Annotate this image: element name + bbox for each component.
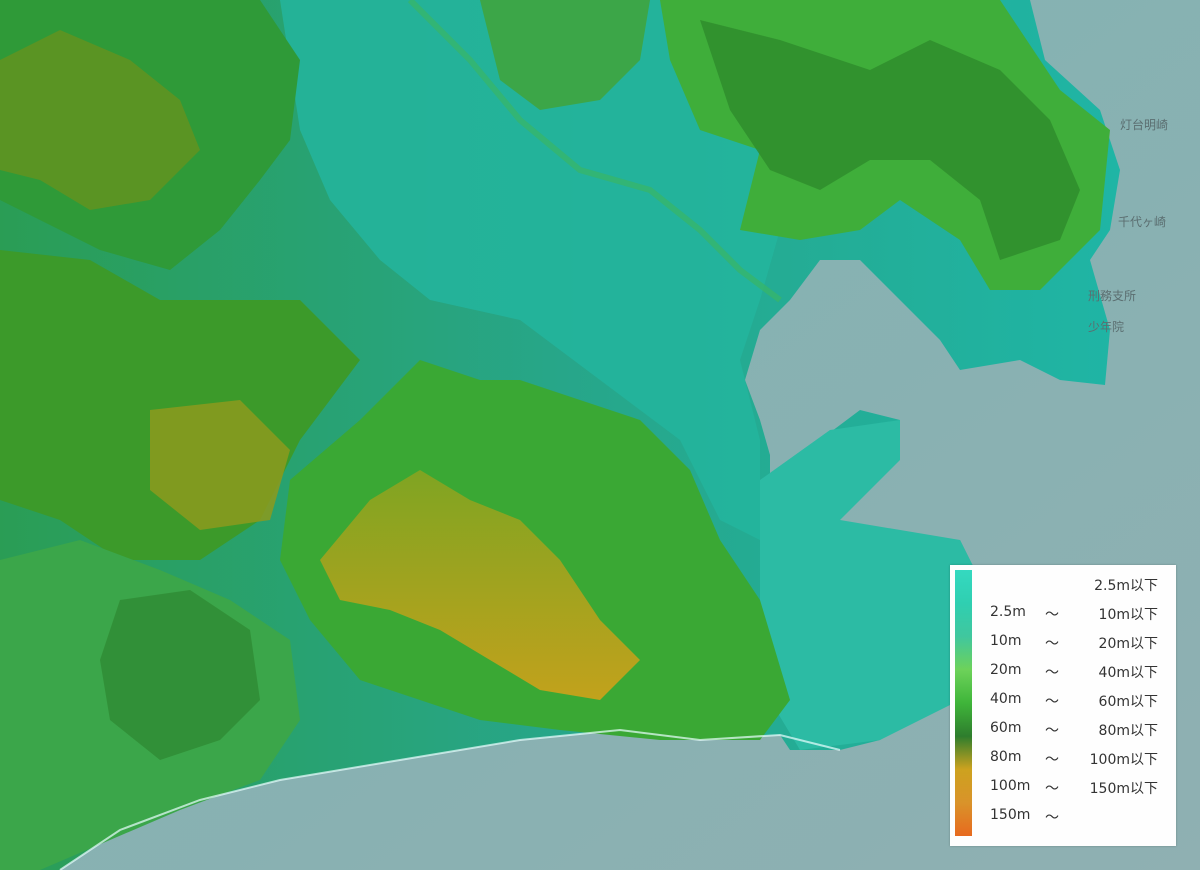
legend-lower-bound: 40m [990, 691, 1022, 707]
legend-row: 80m 〜 100m以下 [980, 749, 1170, 769]
legend-lower-bound: 80m [990, 749, 1022, 765]
legend-row: 100m 〜 150m以下 [980, 778, 1170, 798]
legend-upper-bound: 60m以下 [1098, 694, 1158, 710]
legend-upper-bound: 10m以下 [1098, 607, 1158, 623]
legend-lower-bound: 60m [990, 720, 1022, 736]
legend-tilde: 〜 [1045, 694, 1059, 710]
place-label-cape-2: 千代ヶ崎 [1118, 215, 1167, 229]
legend-lower-bound: 2.5m [990, 604, 1026, 620]
place-label-prison-branch: 刑務支所 [1088, 289, 1137, 303]
legend-upper-bound: 100m以下 [1089, 752, 1158, 768]
legend-upper-bound: 40m以下 [1098, 665, 1158, 681]
legend-upper-bound: 150m以下 [1089, 781, 1158, 797]
legend-tilde: 〜 [1045, 752, 1059, 768]
legend-tilde: 〜 [1045, 810, 1059, 826]
legend-upper-bound: 80m以下 [1098, 723, 1158, 739]
legend-row: 10m 〜 20m以下 [980, 633, 1170, 653]
legend-tilde: 〜 [1045, 607, 1059, 623]
legend-row: 2.5m 〜 10m以下 [980, 604, 1170, 624]
legend-upper-bound: 20m以下 [1098, 636, 1158, 652]
legend-row: 40m 〜 60m以下 [980, 691, 1170, 711]
legend-color-bar [955, 570, 972, 836]
legend-lower-bound: 10m [990, 633, 1022, 649]
legend-tilde: 〜 [1045, 781, 1059, 797]
legend-row: 60m 〜 80m以下 [980, 720, 1170, 740]
legend-upper-bound: 2.5m以下 [1094, 578, 1158, 594]
legend-row: 20m 〜 40m以下 [980, 662, 1170, 682]
legend-row: 150m 〜 [980, 807, 1170, 827]
legend-tilde: 〜 [1045, 665, 1059, 681]
elevation-legend: 2.5m以下 2.5m 〜 10m以下 10m 〜 20m以下 20m 〜 40… [950, 565, 1176, 846]
legend-lower-bound: 20m [990, 662, 1022, 678]
legend-lower-bound: 150m [990, 807, 1031, 823]
place-label-cape-1: 灯台明崎 [1120, 118, 1169, 132]
place-label-juvenile-facility: 少年院 [1088, 320, 1125, 334]
legend-row: 2.5m以下 [980, 575, 1170, 595]
legend-tilde: 〜 [1045, 723, 1059, 739]
legend-tilde: 〜 [1045, 636, 1059, 652]
legend-lower-bound: 100m [990, 778, 1031, 794]
